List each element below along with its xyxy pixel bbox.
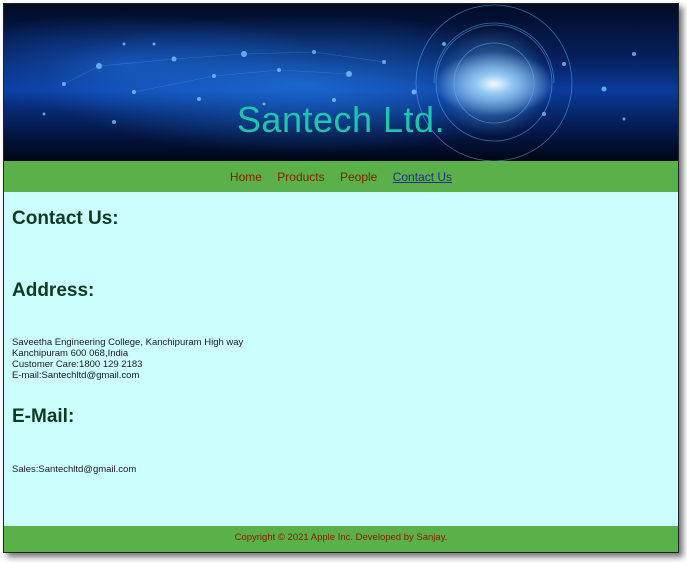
footer: Copyright © 2021 Apple Inc. Developed by…: [4, 526, 678, 552]
header-banner: Santech Ltd.: [4, 4, 678, 161]
nav-home-link[interactable]: Home: [230, 170, 262, 184]
nav-contact-link[interactable]: Contact Us: [393, 170, 452, 184]
email-heading: E-Mail:: [12, 406, 75, 427]
contact-heading: Contact Us:: [12, 208, 119, 229]
address-line: Kanchipuram 600 068,India: [12, 348, 129, 359]
address-heading: Address:: [12, 280, 95, 301]
customer-care-line: Customer Care:1800 129 2183: [12, 359, 143, 370]
site-title: Santech Ltd.: [236, 99, 446, 140]
sales-email: Sales:Santechltd@gmail.com: [12, 464, 137, 475]
address-block: Saveetha Engineering College, Kanchipura…: [12, 337, 243, 381]
nav-products-link[interactable]: Products: [277, 170, 324, 184]
address-line: Saveetha Engineering College, Kanchipura…: [12, 337, 244, 348]
nav-people-link[interactable]: People: [340, 170, 377, 184]
top-nav: Home Products People Contact Us: [4, 161, 678, 192]
email-line: E-mail:Santechltd@gmail.com: [12, 370, 140, 381]
page-container: Santech Ltd. Home Products People Contac…: [3, 3, 679, 553]
